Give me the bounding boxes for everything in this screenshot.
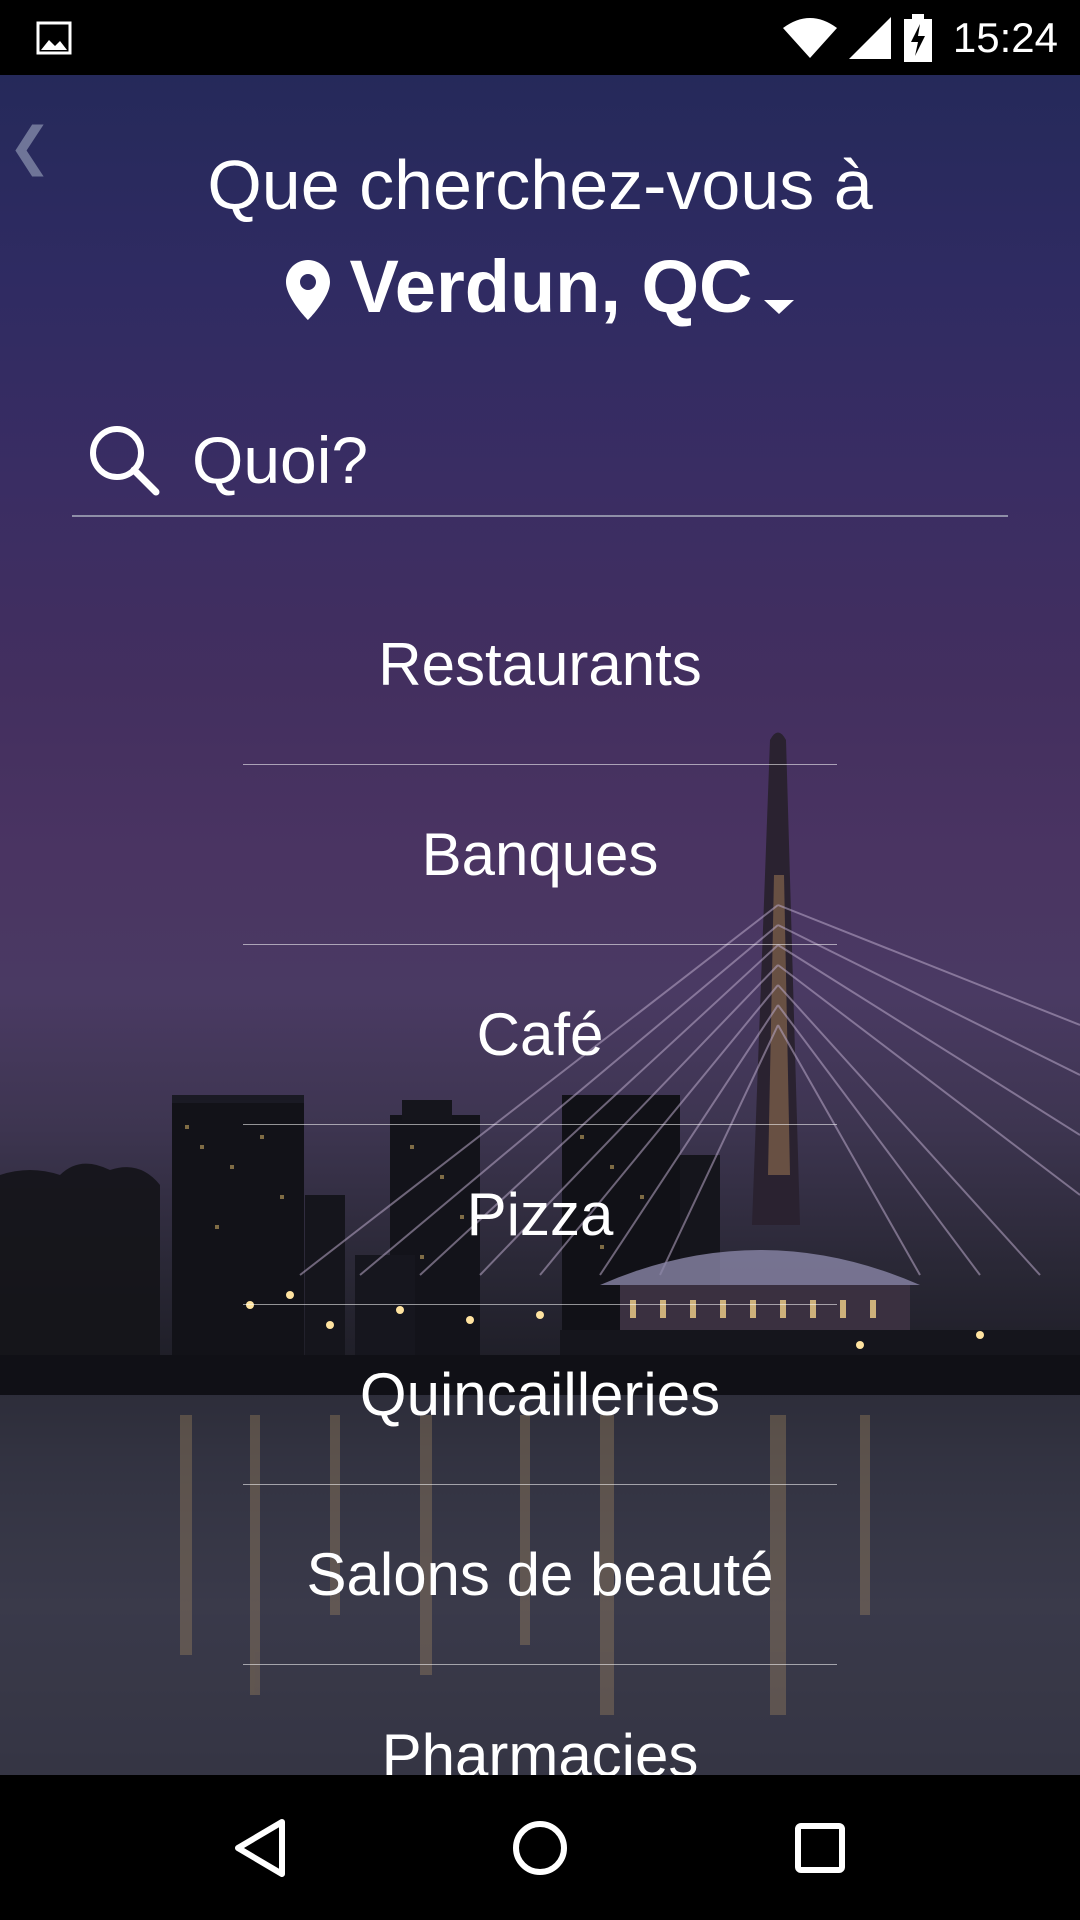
app-screen: 15:24 ❮ Que cherchez-vous à Verdun, QC Q… [0,0,1080,1920]
category-item-cafe[interactable]: Café [243,945,837,1125]
search-bar[interactable] [72,405,1008,517]
category-list: Restaurants Banques Café Pizza Quincaill… [243,585,837,1775]
recents-square-icon [795,1822,845,1873]
map-pin-icon [285,260,330,320]
category-item-salons-de-beaute[interactable]: Salons de beauté [243,1485,837,1665]
category-item-quincailleries[interactable]: Quincailleries [243,1305,837,1485]
category-item-restaurants[interactable]: Restaurants [243,565,837,765]
caret-down-icon [764,300,795,314]
location-selector[interactable]: Verdun, QC [0,250,1080,324]
wifi-icon [782,17,837,58]
system-nav-bar [0,1775,1080,1920]
status-icons: 15:24 [782,0,1058,75]
battery-charging-icon [903,13,932,62]
nav-back-button[interactable] [215,1803,305,1893]
status-time: 15:24 [952,13,1058,61]
nav-home-button[interactable] [495,1803,585,1893]
category-item-pharmacies[interactable]: Pharmacies [243,1665,837,1776]
status-bar: 15:24 [0,0,1080,75]
image-notification-icon [36,21,72,55]
category-item-pizza[interactable]: Pizza [243,1125,837,1305]
nav-recents-button[interactable] [775,1803,865,1893]
home-circle-icon [513,1820,567,1875]
search-icon [90,426,160,496]
prompt-heading: Que cherchez-vous à [207,146,873,224]
search-input[interactable] [192,422,952,498]
category-item-banques[interactable]: Banques [243,765,837,945]
location-label: Verdun, QC [349,245,753,328]
back-triangle-icon [235,1818,285,1877]
signal-icon [848,16,891,59]
main-content: ❮ Que cherchez-vous à Verdun, QC Restaur… [0,75,1080,1775]
